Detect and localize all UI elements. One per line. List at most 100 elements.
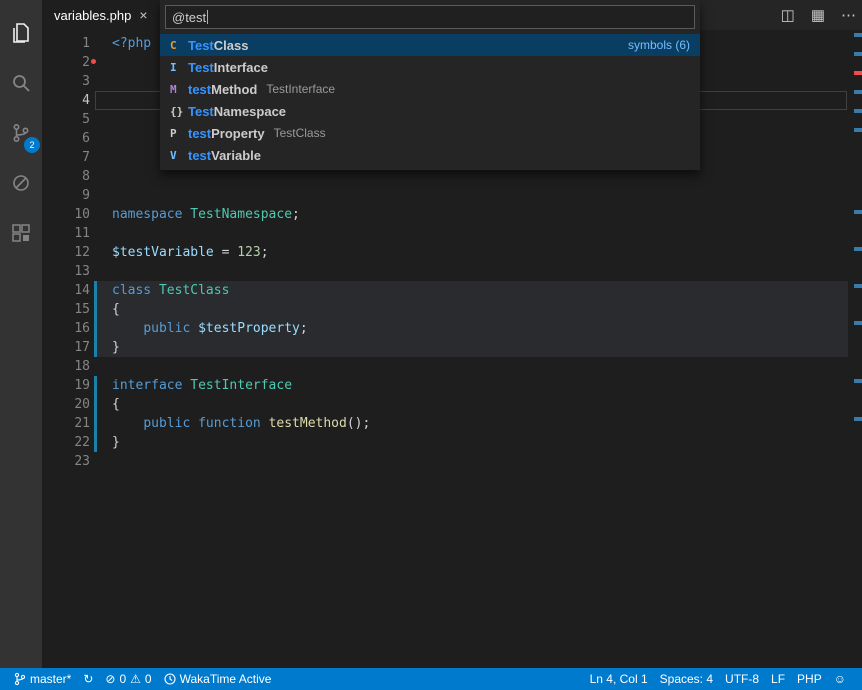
code-line-15[interactable]: 15{ [42, 300, 852, 319]
quick-open-query: @test [172, 10, 206, 25]
ruler-decoration [854, 210, 862, 214]
line-number[interactable]: 18 [42, 357, 90, 376]
line-number[interactable]: 10 [42, 205, 90, 224]
result-meta: symbols (6) [628, 38, 690, 52]
status-bar-left: master* ↻ ⊘ 0 ⚠ 0 WakaTime Active [0, 668, 277, 690]
branch-label: master* [30, 672, 71, 686]
line-number[interactable]: 23 [42, 452, 90, 471]
line-number[interactable]: 15 [42, 300, 90, 319]
interface-icon: I [170, 61, 188, 74]
code-line-12[interactable]: 12$testVariable = 123; [42, 243, 852, 262]
line-number[interactable]: 8 [42, 167, 90, 186]
code-line-18[interactable]: 18 [42, 357, 852, 376]
code-line-22[interactable]: 22} [42, 433, 852, 452]
toggle-layout-icon[interactable]: ▦ [811, 6, 825, 24]
problems-status[interactable]: ⊘ 0 ⚠ 0 [99, 668, 157, 690]
line-content [90, 110, 112, 129]
line-number[interactable]: 20 [42, 395, 90, 414]
quick-open-item-TestInterface[interactable]: ITestInterface [160, 56, 700, 78]
sync-button[interactable]: ↻ [77, 668, 99, 690]
line-number[interactable]: 13 [42, 262, 90, 281]
overview-ruler[interactable] [854, 30, 862, 668]
code-line-17[interactable]: 17} [42, 338, 852, 357]
code-line-21[interactable]: 21 public function testMethod(); [42, 414, 852, 433]
more-actions-icon[interactable]: ⋯ [841, 6, 856, 24]
git-branch-icon [14, 672, 26, 686]
feedback-button[interactable]: ☺ [828, 668, 852, 690]
line-content [90, 224, 112, 243]
code-line-10[interactable]: 10namespace TestNamespace; [42, 205, 852, 224]
line-number[interactable]: 21 [42, 414, 90, 433]
ruler-decoration [854, 71, 862, 75]
smiley-icon: ☺ [834, 668, 846, 690]
split-editor-icon[interactable]: ◫ [781, 6, 795, 24]
line-content: $testVariable = 123; [90, 243, 269, 262]
line-number[interactable]: 3 [42, 72, 90, 91]
line-number[interactable]: 4 [42, 91, 90, 110]
tab-label: variables.php [54, 8, 131, 23]
language-status[interactable]: PHP [791, 668, 828, 690]
tab-close-icon[interactable]: × [139, 8, 147, 22]
line-number[interactable]: 22 [42, 433, 90, 452]
code-line-11[interactable]: 11 [42, 224, 852, 243]
quick-open-list: CTestClasssymbols (6)ITestInterfaceMtest… [160, 34, 700, 166]
quick-open-input[interactable]: @test [165, 5, 695, 29]
line-number[interactable]: 19 [42, 376, 90, 395]
cursor-position-status[interactable]: Ln 4, Col 1 [584, 668, 654, 690]
activity-extensions[interactable] [0, 208, 42, 258]
status-bar: master* ↻ ⊘ 0 ⚠ 0 WakaTime Active Ln 4 [0, 668, 862, 690]
symbol-name: TestNamespace [188, 104, 286, 119]
wakatime-status[interactable]: WakaTime Active [158, 668, 278, 690]
warning-count: 0 [145, 672, 152, 686]
line-number[interactable]: 16 [42, 319, 90, 338]
activity-search[interactable] [0, 58, 42, 108]
line-number[interactable]: 9 [42, 186, 90, 205]
quick-open-item-testVariable[interactable]: VtestVariable [160, 144, 700, 166]
extensions-icon [9, 221, 33, 245]
status-bar-right: Ln 4, Col 1 Spaces: 4 UTF-8 LF PHP ☺ [584, 668, 862, 690]
line-number[interactable]: 7 [42, 148, 90, 167]
quick-open-item-testMethod[interactable]: MtestMethodTestInterface [160, 78, 700, 100]
ruler-decoration [854, 52, 862, 56]
indentation-status[interactable]: Spaces: 4 [654, 668, 719, 690]
line-number[interactable]: 17 [42, 338, 90, 357]
code-line-19[interactable]: 19interface TestInterface [42, 376, 852, 395]
tab-variables-php[interactable]: variables.php × [42, 0, 160, 30]
line-number[interactable]: 11 [42, 224, 90, 243]
eol-status[interactable]: LF [765, 668, 791, 690]
quick-open-item-testProperty[interactable]: PtestPropertyTestClass [160, 122, 700, 144]
ruler-decoration [854, 247, 862, 251]
line-number[interactable]: 12 [42, 243, 90, 262]
ruler-decoration [854, 417, 862, 421]
activity-explorer[interactable] [0, 8, 42, 58]
symbol-name: testMethod [188, 82, 257, 97]
code-line-23[interactable]: 23 [42, 452, 852, 471]
git-branch-status[interactable]: master* [8, 668, 77, 690]
line-number[interactable]: 5 [42, 110, 90, 129]
symbol-name: testVariable [188, 148, 261, 163]
line-number[interactable]: 6 [42, 129, 90, 148]
code-line-9[interactable]: 9 [42, 186, 852, 205]
line-content: } [90, 338, 120, 357]
line-number[interactable]: 1 [42, 34, 90, 53]
quick-open-item-TestClass[interactable]: CTestClasssymbols (6) [160, 34, 700, 56]
line-content [90, 262, 112, 281]
property-icon: P [170, 127, 188, 140]
line-number[interactable]: 14 [42, 281, 90, 300]
activity-source-control[interactable]: 2 [0, 108, 42, 158]
code-line-16[interactable]: 16 public $testProperty; [42, 319, 852, 338]
line-content [90, 91, 112, 110]
line-content [90, 452, 112, 471]
encoding-status[interactable]: UTF-8 [719, 668, 765, 690]
warning-icon: ⚠ [130, 668, 141, 690]
code-line-14[interactable]: 14class TestClass [42, 281, 852, 300]
code-line-13[interactable]: 13 [42, 262, 852, 281]
line-number[interactable]: 2 [42, 53, 90, 72]
line-content: public $testProperty; [90, 319, 308, 338]
symbol-name: testProperty [188, 126, 265, 141]
wakatime-label: WakaTime Active [180, 672, 272, 686]
activity-debug[interactable] [0, 158, 42, 208]
quick-open-item-TestNamespace[interactable]: {}TestNamespace [160, 100, 700, 122]
code-line-20[interactable]: 20{ [42, 395, 852, 414]
ruler-decoration [854, 33, 862, 37]
